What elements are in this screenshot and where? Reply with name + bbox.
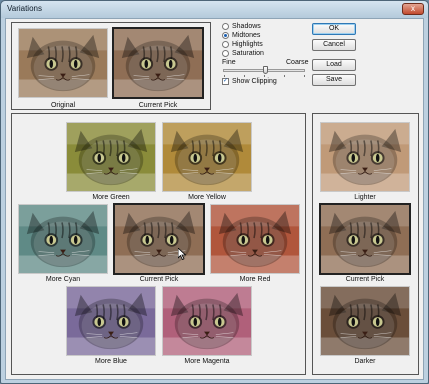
- cat-photo-image: [163, 123, 251, 191]
- radio-shadows[interactable]: Shadows: [222, 22, 261, 31]
- coarse-label: Coarse: [286, 59, 309, 66]
- color-variations-group: More Green More Yellow More Cyan Current…: [11, 113, 306, 375]
- more-yellow-thumbnail[interactable]: [162, 122, 252, 192]
- show-clipping-label[interactable]: Show Clipping: [232, 78, 277, 85]
- cancel-button[interactable]: Cancel: [312, 39, 356, 51]
- current-pick-center-thumbnail[interactable]: [113, 203, 205, 275]
- radio-midtones-circle[interactable]: [222, 32, 229, 39]
- cat-photo-image: [321, 205, 409, 273]
- cat-photo-image: [321, 287, 409, 355]
- current-pick-lightness-label: Current Pick: [345, 276, 385, 283]
- cat-photo-image: [321, 123, 409, 191]
- more-blue-thumbnail[interactable]: [66, 286, 156, 356]
- original-label: Original: [50, 102, 76, 109]
- original-thumbnail: [18, 28, 108, 98]
- cat-photo-image: [163, 287, 251, 355]
- radio-saturation[interactable]: Saturation: [222, 49, 264, 58]
- preview-group: Original Current Pick: [11, 22, 211, 110]
- radio-midtones-label: Midtones: [232, 32, 261, 39]
- variations-dialog: Variations x Original Current Pick Shado…: [0, 0, 429, 384]
- radio-highlights-label: Highlights: [232, 41, 263, 48]
- radio-saturation-circle[interactable]: [222, 50, 229, 57]
- current-pick-preview-label: Current Pick: [138, 102, 178, 109]
- slider-tick: [264, 75, 265, 77]
- fine-coarse-slider-handle[interactable]: [263, 66, 268, 74]
- radio-highlights-circle[interactable]: [222, 41, 229, 48]
- more-magenta-thumbnail[interactable]: [162, 286, 252, 356]
- slider-tick: [224, 75, 225, 77]
- more-magenta-label: More Magenta: [184, 358, 230, 365]
- lightness-group: Lighter Current Pick Darker: [312, 113, 419, 375]
- load-button[interactable]: Load: [312, 59, 356, 71]
- dialog-body: Original Current Pick Shadows Midtones H…: [5, 18, 424, 380]
- title-bar[interactable]: Variations x: [1, 1, 428, 18]
- more-blue-label: More Blue: [95, 358, 127, 365]
- radio-shadows-label: Shadows: [232, 23, 261, 30]
- slider-tick: [244, 75, 245, 77]
- cat-photo-image: [19, 29, 107, 97]
- mouse-pointer-icon: [178, 248, 186, 260]
- cat-photo-image: [115, 205, 203, 273]
- more-yellow-label: More Yellow: [188, 194, 226, 201]
- cat-photo-image: [19, 205, 107, 273]
- slider-tick: [284, 75, 285, 77]
- show-clipping-checkbox[interactable]: ✓: [222, 78, 229, 85]
- radio-highlights[interactable]: Highlights: [222, 40, 263, 49]
- current-pick-preview-thumbnail: [112, 27, 204, 99]
- slider-tick: [304, 75, 305, 77]
- close-button[interactable]: x: [402, 3, 424, 15]
- cat-photo-image: [67, 287, 155, 355]
- more-green-thumbnail[interactable]: [66, 122, 156, 192]
- cat-photo-image: [67, 123, 155, 191]
- fine-label: Fine: [222, 59, 236, 66]
- radio-midtones[interactable]: Midtones: [222, 31, 260, 40]
- lighter-label: Lighter: [354, 194, 376, 201]
- lighter-thumbnail[interactable]: [320, 122, 410, 192]
- darker-label: Darker: [354, 358, 376, 365]
- more-cyan-label: More Cyan: [45, 276, 81, 283]
- ok-button[interactable]: OK: [312, 23, 356, 35]
- darker-thumbnail[interactable]: [320, 286, 410, 356]
- window-title: Variations: [7, 4, 42, 13]
- cat-photo-image: [211, 205, 299, 273]
- more-red-thumbnail[interactable]: [210, 204, 300, 274]
- cat-photo-image: [114, 29, 202, 97]
- radio-shadows-circle[interactable]: [222, 23, 229, 30]
- more-green-label: More Green: [92, 194, 130, 201]
- current-pick-center-label: Current Pick: [139, 276, 179, 283]
- more-red-label: More Red: [239, 276, 271, 283]
- more-cyan-thumbnail[interactable]: [18, 204, 108, 274]
- radio-saturation-label: Saturation: [232, 50, 264, 57]
- current-pick-lightness-thumbnail[interactable]: [319, 203, 411, 275]
- save-button[interactable]: Save: [312, 74, 356, 86]
